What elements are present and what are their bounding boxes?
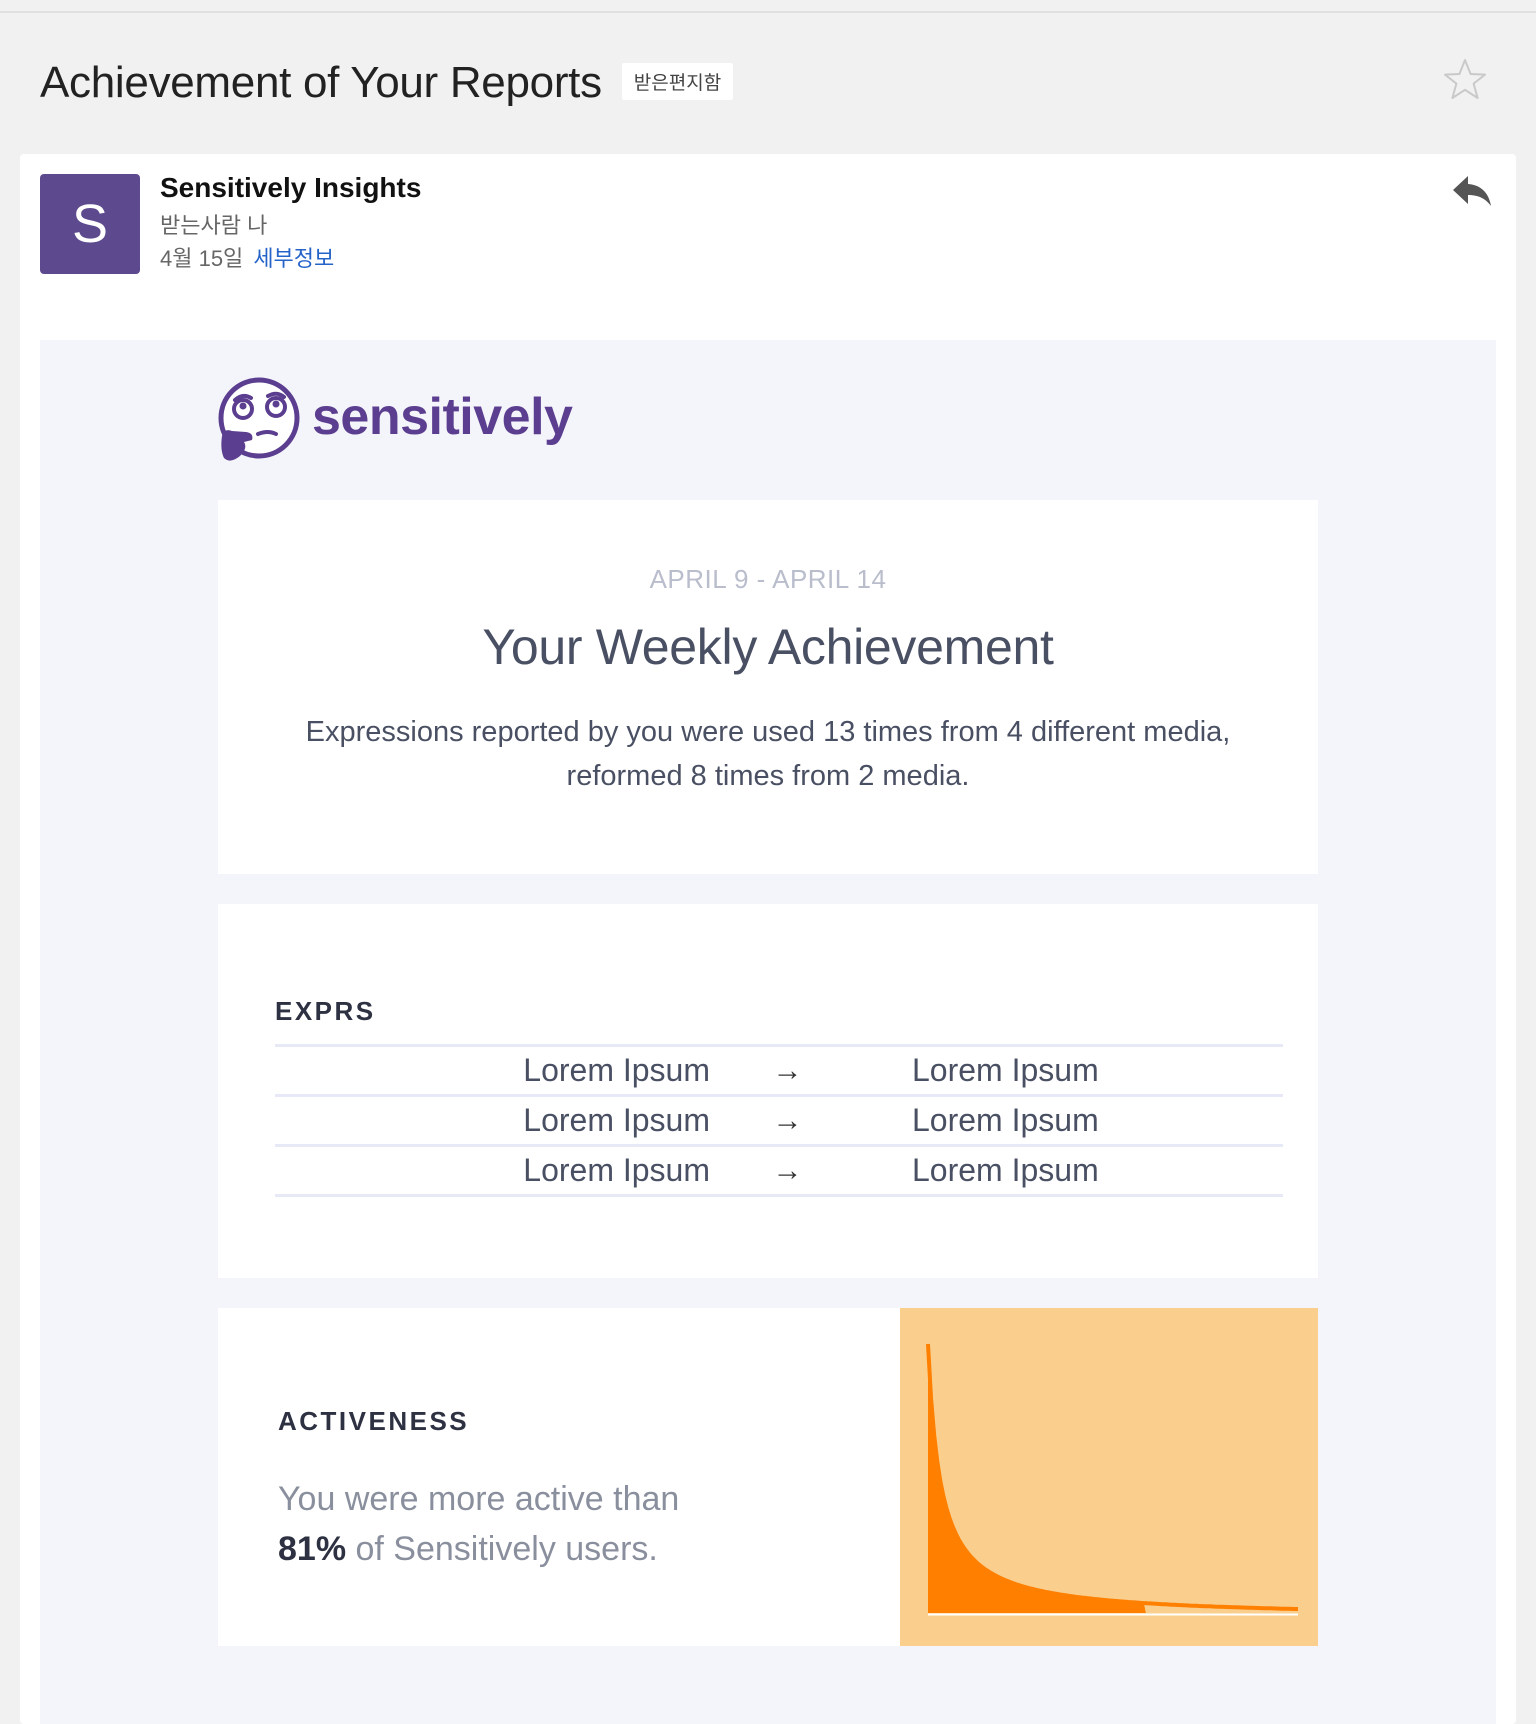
expr-from: Lorem Ipsum <box>275 1094 710 1146</box>
exprs-title: EXPRS <box>275 996 376 1026</box>
summary-line-1: Expressions reported by you were used 13… <box>305 716 1231 748</box>
date-line: 4월 15일 세부정보 <box>160 241 334 273</box>
arrow-icon: → <box>710 1094 865 1146</box>
expr-from: Lorem Ipsum <box>275 1144 710 1197</box>
details-link[interactable]: 세부정보 <box>253 246 334 271</box>
reply-icon[interactable] <box>1450 172 1494 212</box>
activeness-text: You were more active than 81% of Sensiti… <box>278 1474 838 1574</box>
arrow-icon: → <box>710 1044 865 1096</box>
weekly-achievement-panel: APRIL 9 - APRIL 14 Your Weekly Achieveme… <box>218 500 1318 874</box>
date-range: APRIL 9 - APRIL 14 <box>649 564 887 594</box>
newsletter-body: sensitively APRIL 9 - APRIL 14 Your Week… <box>40 340 1496 1724</box>
expr-to: Lorem Ipsum <box>865 1144 1283 1197</box>
email-subject: Achievement of Your Reports <box>40 58 602 107</box>
exprs-table: Lorem Ipsum → Lorem Ipsum Lorem Ipsum → … <box>275 1044 1283 1197</box>
expr-to: Lorem Ipsum <box>865 1044 1283 1096</box>
arrow-icon: → <box>710 1144 865 1197</box>
table-row: Lorem Ipsum → Lorem Ipsum <box>275 1144 1283 1197</box>
inbox-label-badge[interactable]: 받은편지함 <box>621 62 734 100</box>
activeness-chart <box>900 1308 1318 1646</box>
activeness-line-2: of Sensitively users. <box>346 1530 658 1568</box>
subject-row: Achievement of Your Reports 받은편지함 <box>40 58 734 108</box>
table-row: Lorem Ipsum → Lorem Ipsum <box>275 1044 1283 1096</box>
thinking-face-icon <box>218 377 300 461</box>
exprs-panel: EXPRS Lorem Ipsum → Lorem Ipsum Lorem Ip… <box>218 904 1318 1278</box>
activeness-title: ACTIVENESS <box>278 1406 470 1436</box>
brand-logo: sensitively <box>216 376 573 466</box>
avatar: S <box>40 174 140 274</box>
sent-date: 4월 15일 <box>160 246 244 271</box>
activeness-panel: ACTIVENESS You were more active than 81%… <box>218 1308 1318 1646</box>
expr-to: Lorem Ipsum <box>865 1094 1283 1146</box>
summary-line-2: reformed 8 times from 2 media. <box>566 760 970 792</box>
top-divider <box>0 0 1536 13</box>
weekly-title: Your Weekly Achievement <box>482 619 1054 675</box>
sender-name[interactable]: Sensitively Insights <box>160 172 421 204</box>
brand-name: sensitively <box>312 388 573 446</box>
activeness-line-1: You were more active than <box>278 1480 680 1518</box>
star-icon[interactable] <box>1441 56 1489 104</box>
activeness-curve-line <box>926 1343 1298 1611</box>
activeness-distribution-graphic <box>926 1343 1298 1616</box>
email-card: S Sensitively Insights 받는사람 나 4월 15일 세부정보… <box>20 154 1516 1724</box>
activeness-area-fill <box>928 1344 1146 1613</box>
expr-from: Lorem Ipsum <box>275 1044 710 1096</box>
table-row: Lorem Ipsum → Lorem Ipsum <box>275 1094 1283 1146</box>
recipient-line: 받는사람 나 <box>160 213 268 238</box>
activeness-percent: 81% <box>278 1530 347 1568</box>
avatar-letter: S <box>71 194 109 254</box>
weekly-summary: Expressions reported by you were used 13… <box>278 710 1258 798</box>
